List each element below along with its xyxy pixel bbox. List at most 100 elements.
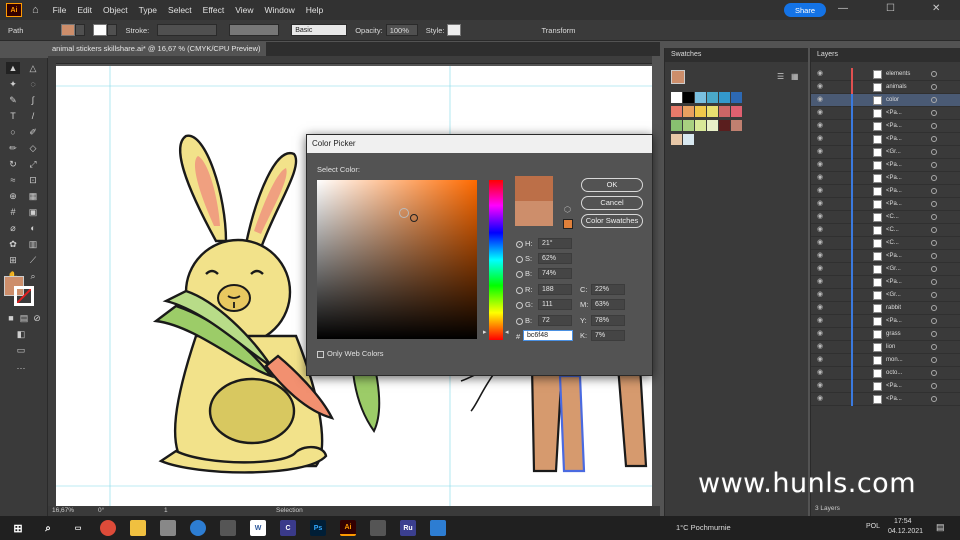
visibility-eye-icon[interactable]: ◉ bbox=[817, 94, 823, 106]
s-field[interactable]: 62% bbox=[538, 253, 572, 264]
layer-name[interactable]: <Pa... bbox=[886, 107, 902, 119]
layer-row[interactable]: ◉ <Pa... bbox=[811, 185, 960, 198]
target-circle-icon[interactable] bbox=[931, 188, 937, 194]
m-field[interactable]: 63% bbox=[591, 299, 625, 310]
menu-effect[interactable]: Effect bbox=[203, 5, 225, 15]
app-icon[interactable]: C bbox=[280, 520, 296, 536]
color-field[interactable] bbox=[317, 180, 477, 339]
radio-b[interactable]: B: bbox=[516, 269, 532, 278]
curvature-tool-icon[interactable]: ∫ bbox=[26, 94, 40, 106]
visibility-eye-icon[interactable]: ◉ bbox=[817, 81, 823, 93]
visibility-eye-icon[interactable]: ◉ bbox=[817, 107, 823, 119]
layer-row[interactable]: ◉ grass bbox=[811, 328, 960, 341]
layer-name[interactable]: <Pa... bbox=[886, 276, 902, 288]
visibility-eye-icon[interactable]: ◉ bbox=[817, 68, 823, 80]
layer-name[interactable]: <Pa... bbox=[886, 315, 902, 327]
color-swatch[interactable] bbox=[671, 106, 682, 117]
word-icon[interactable]: W bbox=[250, 520, 266, 536]
visibility-eye-icon[interactable]: ◉ bbox=[817, 120, 823, 132]
color-swatch[interactable] bbox=[719, 106, 730, 117]
magic-wand-icon[interactable]: ✦ bbox=[6, 78, 20, 90]
selection-tool-icon[interactable]: ▲ bbox=[6, 62, 20, 74]
layer-row[interactable]: ◉ animals bbox=[811, 81, 960, 94]
color-swatch[interactable] bbox=[731, 120, 742, 131]
draw-mode-icon[interactable]: ◧ bbox=[14, 328, 28, 340]
target-circle-icon[interactable] bbox=[931, 227, 937, 233]
layer-name[interactable]: <Pa... bbox=[886, 380, 902, 392]
chrome-icon[interactable] bbox=[100, 520, 116, 536]
artboard-number[interactable]: 1 bbox=[164, 507, 168, 514]
layer-row[interactable]: ◉ <Pa... bbox=[811, 250, 960, 263]
cancel-button[interactable]: Cancel bbox=[581, 196, 643, 210]
language-indicator[interactable]: POL bbox=[866, 523, 880, 530]
color-swatch[interactable] bbox=[695, 92, 706, 103]
menu-edit[interactable]: Edit bbox=[77, 5, 92, 15]
layer-row[interactable]: ◉ <Gr... bbox=[811, 289, 960, 302]
animal-legs[interactable] bbox=[530, 364, 648, 473]
file-explorer-icon[interactable] bbox=[130, 520, 146, 536]
clock-date[interactable]: 04.12.2021 bbox=[888, 528, 923, 535]
layer-name[interactable]: octo... bbox=[886, 367, 902, 379]
free-transform-icon[interactable]: ⊡ bbox=[26, 174, 40, 186]
pen-tool-icon[interactable]: ✎ bbox=[6, 94, 20, 106]
r-field[interactable]: 188 bbox=[538, 284, 572, 295]
brush-tool-icon[interactable]: ✐ bbox=[26, 126, 40, 138]
gradient-mode-icon[interactable]: ▤ bbox=[17, 312, 31, 324]
search-icon[interactable]: ⌕ bbox=[40, 520, 56, 536]
color-swatch[interactable] bbox=[683, 92, 694, 103]
layer-name[interactable]: color bbox=[886, 94, 899, 106]
close-window-icon[interactable]: ✕ bbox=[932, 3, 940, 14]
graph-tool-icon[interactable]: ▥ bbox=[26, 238, 40, 250]
target-circle-icon[interactable] bbox=[931, 149, 937, 155]
current-color-preview[interactable] bbox=[515, 201, 553, 226]
layer-row[interactable]: ◉ <Pa... bbox=[811, 120, 960, 133]
layer-name[interactable]: <Gr... bbox=[886, 289, 901, 301]
layer-row[interactable]: ◉ <Pa... bbox=[811, 276, 960, 289]
color-swatch[interactable] bbox=[719, 120, 730, 131]
style-swatch[interactable] bbox=[447, 24, 462, 36]
checkbox-box[interactable] bbox=[317, 350, 324, 358]
target-circle-icon[interactable] bbox=[931, 175, 937, 181]
target-circle-icon[interactable] bbox=[931, 318, 937, 324]
c-field[interactable]: 22% bbox=[591, 284, 625, 295]
app-icon[interactable] bbox=[370, 520, 386, 536]
stroke-weight-field[interactable] bbox=[157, 24, 218, 36]
direct-selection-tool-icon[interactable]: △ bbox=[26, 62, 40, 74]
layer-name[interactable]: <Pa... bbox=[886, 120, 902, 132]
eyedropper-icon[interactable]: ⌀ bbox=[6, 222, 20, 234]
symbol-sprayer-icon[interactable]: ✿ bbox=[6, 238, 20, 250]
layer-name[interactable]: <Pa... bbox=[886, 133, 902, 145]
ellipse-tool-icon[interactable]: ○ bbox=[6, 126, 20, 138]
target-circle-icon[interactable] bbox=[931, 214, 937, 220]
target-circle-icon[interactable] bbox=[931, 370, 937, 376]
visibility-eye-icon[interactable]: ◉ bbox=[817, 185, 823, 197]
layer-name[interactable]: mon... bbox=[886, 354, 903, 366]
radio-h[interactable]: H: bbox=[516, 239, 533, 248]
menu-view[interactable]: View bbox=[235, 5, 253, 15]
target-circle-icon[interactable] bbox=[931, 357, 937, 363]
visibility-eye-icon[interactable]: ◉ bbox=[817, 211, 823, 223]
layer-name[interactable]: <C... bbox=[886, 224, 899, 236]
color-swatch[interactable] bbox=[671, 92, 682, 103]
clock-time[interactable]: 17:54 bbox=[894, 518, 912, 525]
rotation-level[interactable]: 0° bbox=[98, 507, 104, 514]
layer-row[interactable]: ◉ rabbit bbox=[811, 302, 960, 315]
target-circle-icon[interactable] bbox=[931, 279, 937, 285]
target-circle-icon[interactable] bbox=[931, 162, 937, 168]
gradient-tool-icon[interactable]: ▣ bbox=[26, 206, 40, 218]
target-circle-icon[interactable] bbox=[931, 84, 937, 90]
layer-row[interactable]: ◉ <Pa... bbox=[811, 380, 960, 393]
photoshop-icon[interactable]: Ps bbox=[310, 520, 326, 536]
color-swatch[interactable] bbox=[683, 120, 694, 131]
menu-select[interactable]: Select bbox=[168, 5, 192, 15]
blue-field[interactable]: 72 bbox=[538, 315, 572, 326]
vertical-ruler[interactable] bbox=[48, 56, 56, 506]
visibility-eye-icon[interactable]: ◉ bbox=[817, 393, 823, 405]
radio-g[interactable]: G: bbox=[516, 300, 533, 309]
edge-icon[interactable] bbox=[190, 520, 206, 536]
layer-name[interactable]: rabbit bbox=[886, 302, 901, 314]
layer-row[interactable]: ◉ mon... bbox=[811, 354, 960, 367]
layer-name[interactable]: <Pa... bbox=[886, 198, 902, 210]
layer-row[interactable]: ◉ <C... bbox=[811, 237, 960, 250]
layer-row[interactable]: ◉ <Pa... bbox=[811, 315, 960, 328]
